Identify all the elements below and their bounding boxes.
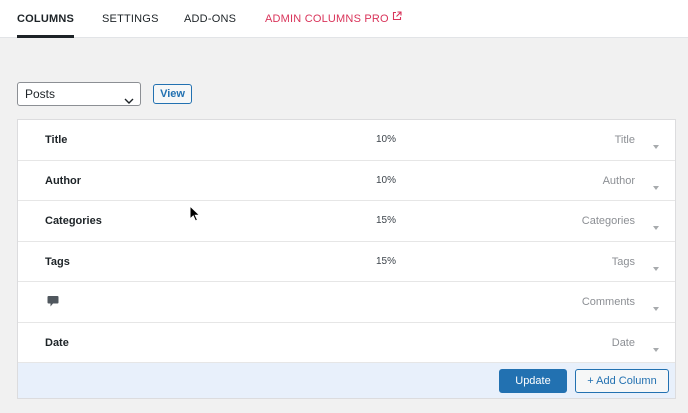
tab-add-ons[interactable]: ADD-ONS <box>184 0 236 38</box>
column-width: 10% <box>376 174 397 186</box>
column-type: Author <box>602 174 635 187</box>
top-navigation: COLUMNS SETTINGS ADD-ONS ADMIN COLUMNS P… <box>0 0 688 38</box>
mouse-cursor-icon <box>189 204 201 228</box>
caret-down-icon[interactable] <box>652 218 660 236</box>
column-label: Tags <box>45 255 70 268</box>
tab-columns[interactable]: COLUMNS <box>17 0 75 38</box>
list-screen-select[interactable]: Posts <box>17 82 141 106</box>
column-row-title[interactable]: Title 10% Title <box>18 120 675 161</box>
column-row-date[interactable]: Date Date <box>18 323 675 363</box>
column-row-tags[interactable]: Tags 15% Tags <box>18 242 675 282</box>
add-column-button[interactable]: + Add Column <box>575 369 669 393</box>
caret-down-icon[interactable] <box>652 259 660 277</box>
external-link-icon <box>392 0 402 37</box>
tab-settings[interactable]: SETTINGS <box>102 0 159 38</box>
columns-panel: Title 10% Title Author 10% Author Catego… <box>17 119 676 399</box>
caret-down-icon[interactable] <box>652 340 660 358</box>
column-row-comments[interactable]: Comments <box>18 282 675 323</box>
column-width: 10% <box>376 134 397 145</box>
caret-down-icon[interactable] <box>652 299 660 317</box>
column-label: Author <box>45 174 82 187</box>
comment-icon <box>47 295 59 313</box>
column-type: Date <box>611 336 635 349</box>
column-type: Comments <box>581 296 635 308</box>
column-width: 15% <box>376 255 397 267</box>
column-type: Categories <box>581 215 635 227</box>
column-label: Categories <box>45 215 102 227</box>
column-row-categories[interactable]: Categories 15% Categories <box>18 201 675 242</box>
list-screen-select-value: Posts <box>25 87 56 101</box>
column-row-author[interactable]: Author 10% Author <box>18 161 675 201</box>
column-label: Title <box>45 134 68 146</box>
column-label: Date <box>45 336 69 349</box>
update-button[interactable]: Update <box>499 369 567 393</box>
chevron-down-icon <box>124 90 134 112</box>
column-width: 15% <box>376 215 397 226</box>
columns-footer: Update + Add Column <box>18 363 675 398</box>
column-type: Tags <box>611 255 635 268</box>
caret-down-icon[interactable] <box>652 178 660 196</box>
tab-admin-columns-pro-label: ADMIN COLUMNS PRO <box>265 13 389 25</box>
caret-down-icon[interactable] <box>652 137 660 155</box>
tab-admin-columns-pro[interactable]: ADMIN COLUMNS PRO <box>265 0 402 38</box>
column-type: Title <box>614 134 635 146</box>
view-button[interactable]: View <box>153 84 192 104</box>
